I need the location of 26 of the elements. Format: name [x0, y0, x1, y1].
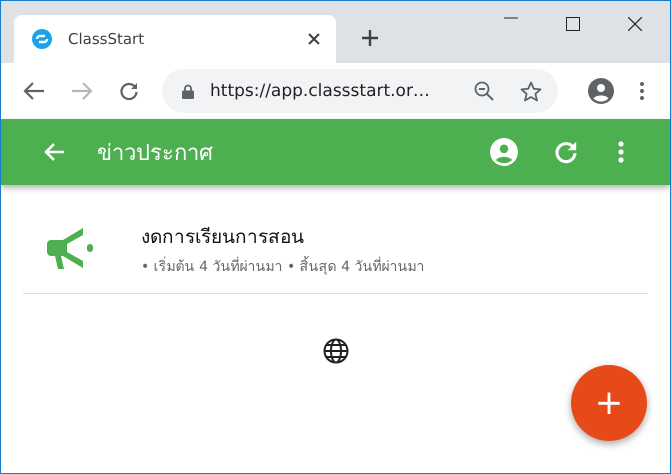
more-icon[interactable] — [618, 141, 624, 163]
globe-icon[interactable] — [322, 338, 348, 364]
site-logo-icon — [32, 29, 52, 49]
maximize-icon[interactable] — [566, 17, 580, 31]
address-bar[interactable]: https://app.classstart.or… — [162, 69, 558, 113]
zoom-out-icon[interactable] — [474, 81, 494, 101]
url-text: https://app.classstart.or… — [210, 81, 431, 101]
browser-tab[interactable]: ClassStart — [14, 15, 336, 63]
refresh-icon[interactable] — [554, 140, 578, 164]
close-icon[interactable] — [628, 17, 642, 31]
star-icon[interactable] — [520, 80, 542, 102]
lock-icon — [182, 84, 194, 98]
account-icon[interactable] — [490, 138, 518, 166]
add-button[interactable]: + — [571, 365, 647, 441]
profile-icon[interactable] — [588, 78, 614, 104]
minimize-icon[interactable] — [504, 17, 518, 19]
tab-title: ClassStart — [68, 30, 146, 48]
announcement-title[interactable]: งดการเรียนการสอน — [141, 221, 424, 251]
new-tab-icon[interactable] — [362, 30, 378, 46]
menu-icon[interactable] — [640, 82, 644, 100]
close-tab-icon[interactable] — [308, 33, 320, 45]
page-title: ข่าวประกาศ — [97, 140, 213, 168]
reload-icon[interactable] — [119, 81, 139, 101]
announcement-dates: • เริ่มต้น 4 วันที่ผ่านมา • สิ้นสุด 4 วันที่ผ่านมา — [141, 255, 424, 277]
megaphone-icon — [47, 227, 95, 271]
back-icon[interactable] — [23, 82, 45, 100]
